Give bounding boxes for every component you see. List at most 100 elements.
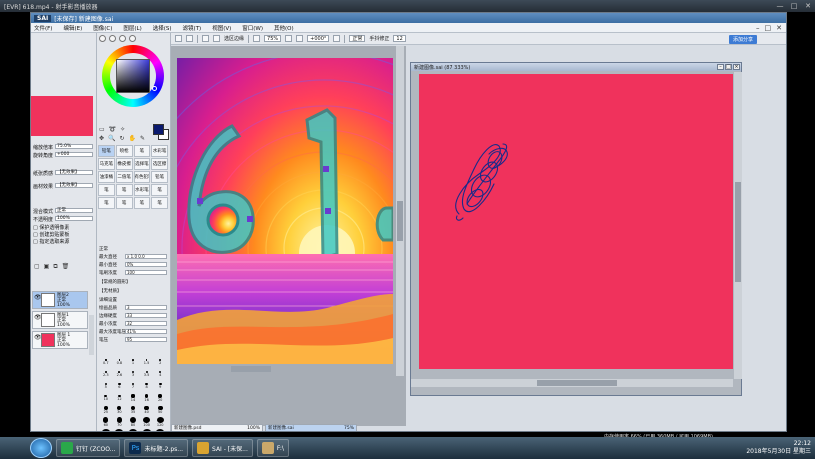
brush-tool[interactable]: 铅笔: [151, 171, 168, 183]
foreground-color-swatch[interactable]: [153, 124, 164, 135]
saturation-value-picker[interactable]: [116, 59, 150, 93]
magic-wand-icon[interactable]: ✧: [120, 126, 125, 133]
brush-size-preset[interactable]: 250: [126, 429, 140, 431]
brush-size-preset[interactable]: 0.8: [113, 357, 127, 367]
rotate-icon[interactable]: ↻: [120, 135, 125, 142]
canvas2-vertical-scrollbar[interactable]: [734, 72, 742, 379]
brush-size-preset[interactable]: 8: [140, 381, 154, 391]
layer-item[interactable]: 👁 图层2 正常 100%: [32, 291, 88, 309]
brush-texture-select[interactable]: 【无材质】: [99, 288, 122, 294]
canvas1-horizontal-scrollbar[interactable]: [231, 366, 271, 372]
min-density-field[interactable]: 32: [125, 321, 167, 326]
opacity-slider[interactable]: 100%: [55, 216, 93, 221]
maximize-button[interactable]: □: [787, 2, 801, 10]
brush-size-preset[interactable]: 2: [153, 357, 167, 367]
canvas2-close-icon[interactable]: ×: [733, 64, 740, 70]
taskbar-app[interactable]: F:\: [256, 439, 289, 457]
sai-close-icon[interactable]: ✕: [776, 24, 782, 32]
menu-edit[interactable]: 编辑(E): [63, 24, 82, 32]
move-icon[interactable]: ✥: [99, 135, 104, 142]
canvas2-horizontal-scrollbar[interactable]: [411, 379, 733, 387]
minimize-button[interactable]: —: [773, 2, 787, 10]
brush-tool[interactable]: 笔: [133, 197, 151, 209]
rgb-slider-mode-icon[interactable]: [109, 35, 116, 42]
brush-size-preset[interactable]: 2.3: [99, 369, 113, 379]
blend-mode-select[interactable]: 正常: [55, 208, 93, 213]
brush-size-preset[interactable]: 70: [113, 417, 127, 427]
brush-size-preset[interactable]: 60: [99, 417, 113, 427]
brush-size-preset[interactable]: 160: [99, 429, 113, 431]
stabilizer-field[interactable]: 12: [393, 35, 406, 42]
navigator-thumbnail[interactable]: [31, 96, 93, 136]
taskbar-app[interactable]: Ps 未标题-2.ps...: [124, 439, 189, 457]
menu-file[interactable]: 文件(F): [34, 24, 52, 32]
canvas2-minimize-icon[interactable]: –: [717, 64, 724, 70]
zoom-out-icon[interactable]: [253, 35, 261, 42]
brush-size-preset[interactable]: 7: [126, 381, 140, 391]
brush-tool[interactable]: 笔: [151, 197, 168, 209]
brush-size-preset[interactable]: 10: [99, 393, 113, 403]
brush-size-preset[interactable]: 5: [99, 381, 113, 391]
brush-tool[interactable]: 油漆桶: [98, 171, 115, 183]
canvas2-titlebar[interactable]: 新建图像.sai (87 333%) – □ ×: [411, 63, 741, 71]
brush-size-preset[interactable]: 1.5: [140, 357, 154, 367]
min-size-field[interactable]: 0%: [125, 262, 167, 267]
brush-size-preset[interactable]: 3.5: [140, 369, 154, 379]
brush-tool[interactable]: 选区擦: [151, 158, 168, 170]
delete-layer-icon[interactable]: 🗑: [62, 263, 70, 271]
brush-tool[interactable]: 橡皮擦: [115, 158, 133, 170]
menu-other[interactable]: 其他(O): [274, 24, 294, 32]
document-tab[interactable]: 新建图像.psd 100%: [171, 424, 263, 431]
sai-maximize-icon[interactable]: □: [765, 24, 772, 32]
brush-size-preset[interactable]: 80: [126, 417, 140, 427]
start-button[interactable]: [30, 438, 52, 458]
layer-scrollbar[interactable]: [89, 315, 94, 355]
brush-tool[interactable]: 马克笔: [98, 158, 115, 170]
hand-icon[interactable]: ✋: [129, 135, 136, 142]
deselect-icon[interactable]: [202, 35, 209, 42]
pressure-field[interactable]: 95: [125, 337, 167, 342]
new-layer-icon[interactable]: ▢: [34, 263, 40, 271]
edge-hardness-field[interactable]: 33: [125, 313, 167, 318]
redo-icon[interactable]: [186, 35, 193, 42]
brush-size-preset[interactable]: 6: [113, 381, 127, 391]
brush-tool[interactable]: 笔: [115, 197, 133, 209]
brush-tool[interactable]: 笔: [115, 184, 133, 196]
brush-tool[interactable]: 水彩笔: [133, 184, 151, 196]
swatch-mode-icon[interactable]: [129, 35, 136, 42]
brush-size-preset[interactable]: 20: [153, 393, 167, 403]
protect-alpha-checkbox[interactable]: 保护透明像素: [33, 224, 69, 231]
brush-size-preset[interactable]: 35: [126, 405, 140, 415]
hue-marker[interactable]: [152, 86, 157, 91]
canvas1-vertical-scrollbar[interactable]: [396, 46, 404, 376]
document-tab[interactable]: 新建图像.sai 75%: [265, 424, 357, 431]
taskbar-app[interactable]: SAI - [未保...: [192, 439, 253, 457]
material-effect-select[interactable]: 【无效果】: [55, 183, 93, 188]
invert-select-icon[interactable]: [213, 35, 220, 42]
taskbar-app[interactable]: 钉钉 (ZCOO...: [56, 439, 121, 457]
menu-filter[interactable]: 滤镜(T): [183, 24, 202, 32]
flip-icon[interactable]: [333, 35, 341, 42]
artwork-canvas[interactable]: [177, 58, 393, 364]
blend-mode-field[interactable]: 正常: [349, 35, 366, 42]
brush-tool[interactable]: 笔: [98, 197, 115, 209]
brush-tool[interactable]: 铅笔: [98, 145, 115, 157]
brush-size-preset[interactable]: 30: [113, 405, 127, 415]
brush-size-preset[interactable]: 14: [126, 393, 140, 403]
hsv-slider-mode-icon[interactable]: [119, 35, 126, 42]
brush-size-preset[interactable]: 300: [140, 429, 154, 431]
zoom-field[interactable]: 75%: [264, 35, 282, 42]
close-button[interactable]: ✕: [801, 2, 815, 10]
layer-item[interactable]: 👁 图层 1 正常 100%: [32, 331, 88, 349]
eyedropper-icon[interactable]: ✎: [140, 135, 145, 142]
menu-layer[interactable]: 图层(L): [123, 24, 141, 32]
share-link[interactable]: 添加分享: [729, 35, 758, 44]
brush-size-preset[interactable]: 120: [153, 417, 167, 427]
brush-tool[interactable]: 笔: [98, 184, 115, 196]
menu-image[interactable]: 图像(C): [93, 24, 112, 32]
drawing-canvas[interactable]: [419, 74, 733, 369]
brush-size-preset[interactable]: 25: [99, 405, 113, 415]
brush-size-preset[interactable]: 350: [153, 429, 167, 431]
merge-layer-icon[interactable]: ⧉: [53, 263, 57, 271]
brush-size-preset[interactable]: 4: [153, 369, 167, 379]
